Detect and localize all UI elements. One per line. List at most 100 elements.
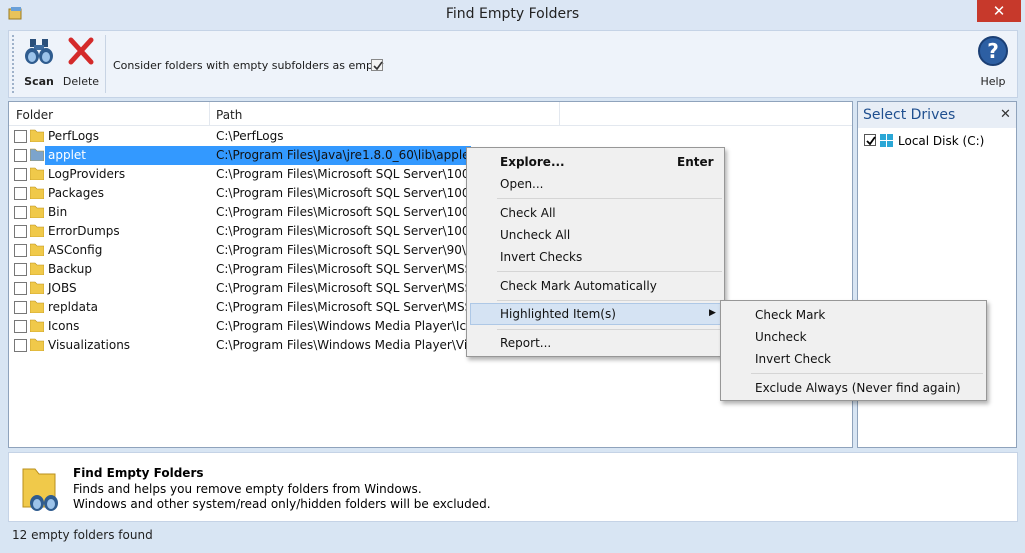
menu-separator — [497, 300, 722, 301]
folder-name: Bin — [48, 205, 68, 219]
folder-path: C:\Program Files\Microsoft SQL Server\10… — [216, 186, 466, 200]
drive-item[interactable]: Local Disk (C:) — [858, 129, 1016, 149]
column-divider[interactable] — [559, 102, 560, 126]
table-row[interactable]: PerfLogs C:\PerfLogs — [9, 127, 852, 146]
highlighted-items-submenu: Check Mark Uncheck Invert Check Exclude … — [720, 300, 987, 401]
context-menu: Explore... Enter Open... Check All Unche… — [466, 147, 725, 357]
local-disk-icon — [880, 134, 894, 151]
menu-item-explore[interactable]: Explore... Enter — [470, 151, 721, 173]
checkmark-icon — [866, 136, 876, 146]
consider-subfolders-label: Consider folders with empty subfolders a… — [113, 59, 384, 72]
table-row[interactable]: LogProviders C:\Program Files\Microsoft S… — [9, 165, 852, 184]
row-checkbox[interactable] — [14, 149, 27, 162]
folder-name: PerfLogs — [48, 129, 100, 143]
help-button[interactable]: ? Help — [973, 35, 1013, 93]
info-description: Finds and helps you remove empty folders… — [73, 482, 422, 496]
folder-icon — [29, 224, 45, 238]
column-header-folder[interactable]: Folder — [16, 108, 53, 122]
folder-icon — [29, 300, 45, 314]
folder-name: ErrorDumps — [48, 224, 120, 238]
row-checkbox[interactable] — [14, 320, 27, 333]
menu-item-label: Invert Check — [755, 352, 831, 366]
row-checkbox[interactable] — [14, 244, 27, 257]
menu-item-report[interactable]: Report... — [470, 332, 721, 354]
toolbar: Scan Delete Consider folders with empty … — [8, 30, 1018, 98]
drive-checkbox[interactable] — [864, 134, 876, 146]
scan-button[interactable]: Scan — [21, 35, 57, 93]
checkmark-icon — [373, 61, 383, 71]
menu-item-open[interactable]: Open... — [470, 173, 721, 195]
folder-path: C:\PerfLogs — [216, 129, 284, 143]
menu-item-highlighted-items[interactable]: Highlighted Item(s) ▶ — [470, 303, 721, 325]
folder-icon — [29, 186, 45, 200]
drives-title: Select Drives — [863, 107, 956, 123]
menu-item-check-all[interactable]: Check All — [470, 202, 721, 224]
table-row[interactable]: Bin C:\Program Files\Microsoft SQL Server… — [9, 203, 852, 222]
menu-separator — [497, 271, 722, 272]
menu-item-label: Open... — [500, 177, 544, 191]
folder-name: ASConfig — [48, 243, 103, 257]
menu-item-label: Check Mark Automatically — [500, 279, 657, 293]
submenu-item-check-mark[interactable]: Check Mark — [724, 304, 983, 326]
folder-path: C:\Program Files\Microsoft SQL Server\MS… — [216, 262, 466, 276]
menu-item-label: Check All — [500, 206, 556, 220]
list-header: Folder Path — [9, 102, 852, 126]
column-header-path[interactable]: Path — [216, 108, 242, 122]
folder-name: Backup — [48, 262, 92, 276]
submenu-item-exclude-always[interactable]: Exclude Always (Never find again) — [724, 377, 983, 399]
drive-label: Local Disk (C:) — [898, 134, 985, 148]
folder-path: C:\Program Files\Windows Media Player\Ic… — [216, 319, 466, 333]
row-checkbox[interactable] — [14, 168, 27, 181]
delete-label: Delete — [62, 75, 100, 88]
folder-path: C:\Program Files\Microsoft SQL Server\MS… — [216, 300, 466, 314]
delete-button[interactable]: Delete — [61, 35, 101, 93]
folder-name: LogProviders — [48, 167, 126, 181]
row-checkbox[interactable] — [14, 206, 27, 219]
delete-x-icon — [67, 37, 95, 68]
submenu-item-uncheck[interactable]: Uncheck — [724, 326, 983, 348]
folder-icon — [29, 148, 45, 162]
folder-path: C:\Program Files\Microsoft SQL Server\10… — [216, 224, 466, 238]
menu-item-label: Report... — [500, 336, 552, 350]
table-row[interactable]: applet C:\Program Files\Java\jre1.8.0_60\… — [9, 146, 852, 165]
menu-item-label: Uncheck — [755, 330, 807, 344]
table-row[interactable]: ASConfig C:\Program Files\Microsoft SQL S… — [9, 241, 852, 260]
row-checkbox[interactable] — [14, 130, 27, 143]
consider-subfolders-checkbox[interactable] — [371, 59, 383, 71]
submenu-item-invert-check[interactable]: Invert Check — [724, 348, 983, 370]
folder-icon — [29, 129, 45, 143]
help-label: Help — [980, 75, 1006, 88]
menu-separator — [497, 198, 722, 199]
row-checkbox[interactable] — [14, 301, 27, 314]
folder-name: Packages — [48, 186, 104, 200]
window-close-button[interactable]: ✕ — [977, 0, 1021, 22]
menu-item-label: Uncheck All — [500, 228, 571, 242]
table-row[interactable]: JOBS C:\Program Files\Microsoft SQL Serve… — [9, 279, 852, 298]
row-checkbox[interactable] — [14, 339, 27, 352]
info-note: Windows and other system/read only/hidde… — [73, 497, 491, 511]
menu-separator — [751, 373, 983, 374]
table-row[interactable]: Packages C:\Program Files\Microsoft SQL S… — [9, 184, 852, 203]
help-icon: ? — [977, 35, 1009, 70]
toolbar-grip — [12, 35, 16, 93]
info-panel: Find Empty Folders Finds and helps you r… — [8, 452, 1018, 522]
menu-item-label: Explore... — [500, 155, 565, 169]
table-row[interactable]: Backup C:\Program Files\Microsoft SQL Ser… — [9, 260, 852, 279]
row-checkbox[interactable] — [14, 282, 27, 295]
folder-icon — [29, 319, 45, 333]
row-checkbox[interactable] — [14, 187, 27, 200]
menu-item-label: Check Mark — [755, 308, 826, 322]
column-divider[interactable] — [209, 102, 210, 126]
folder-path: C:\Program Files\Java\jre1.8.0_60\lib\ap… — [216, 148, 466, 162]
folder-icon — [29, 281, 45, 295]
toolbar-separator — [105, 35, 106, 93]
status-text: 12 empty folders found — [12, 528, 153, 542]
menu-item-invert-checks[interactable]: Invert Checks — [470, 246, 721, 268]
row-checkbox[interactable] — [14, 225, 27, 238]
menu-item-check-mark-automatically[interactable]: Check Mark Automatically — [470, 275, 721, 297]
row-checkbox[interactable] — [14, 263, 27, 276]
drives-header: Select Drives ✕ — [858, 102, 1016, 128]
table-row[interactable]: ErrorDumps C:\Program Files\Microsoft SQL… — [9, 222, 852, 241]
drives-close-button[interactable]: ✕ — [1000, 107, 1011, 122]
menu-item-uncheck-all[interactable]: Uncheck All — [470, 224, 721, 246]
